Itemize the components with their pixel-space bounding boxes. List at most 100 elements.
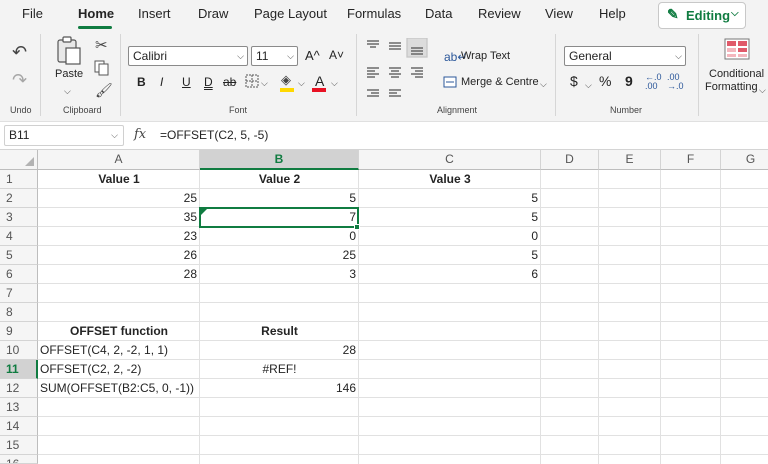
decrease-decimal-icon[interactable]: .00 →.0	[667, 73, 684, 91]
row-header-8[interactable]: 8	[0, 303, 38, 322]
cell-a1[interactable]: Value 1	[38, 170, 200, 189]
cell-c1[interactable]: Value 3	[359, 170, 541, 189]
cell-b2[interactable]: 5	[200, 189, 359, 208]
chevron-down-icon[interactable]: ⌵	[540, 76, 547, 92]
cell-a6[interactable]: 28	[38, 265, 200, 284]
row-header-16[interactable]: 16	[0, 455, 38, 464]
cell-a4[interactable]: 23	[38, 227, 200, 246]
cell-a10[interactable]: OFFSET(C4, 2, -2, 1, 1)	[38, 341, 200, 360]
paste-label[interactable]: Paste	[55, 68, 83, 80]
row-header-11[interactable]: 11	[0, 360, 38, 379]
cell-c4[interactable]: 0	[359, 227, 541, 246]
chevron-down-icon[interactable]: ⌵	[759, 82, 766, 98]
tab-draw[interactable]: Draw	[198, 0, 228, 28]
currency-button[interactable]: $	[570, 73, 578, 89]
cut-icon[interactable]: ✂	[95, 38, 108, 54]
formula-input[interactable]: =OFFSET(C2, 5, -5)	[160, 128, 268, 142]
cell-c6[interactable]: 6	[359, 265, 541, 284]
select-all-button[interactable]	[0, 150, 38, 170]
cell-b1[interactable]: Value 2	[200, 170, 359, 189]
row-header-3[interactable]: 3	[0, 208, 38, 227]
borders-icon[interactable]	[245, 74, 259, 88]
row-header-6[interactable]: 6	[0, 265, 38, 284]
fill-color-icon[interactable]: ◈	[281, 72, 291, 88]
row-header-2[interactable]: 2	[0, 189, 38, 208]
number-format-select[interactable]: General ⌵	[564, 46, 686, 66]
row-header-5[interactable]: 5	[0, 246, 38, 265]
chevron-down-icon[interactable]: ⌵	[298, 75, 305, 91]
column-header-d[interactable]: D	[541, 150, 599, 170]
cell-c3[interactable]: 5	[359, 208, 541, 227]
percent-button[interactable]: %	[599, 73, 611, 89]
cell-a3[interactable]: 35	[38, 208, 200, 227]
cell-c5[interactable]: 5	[359, 246, 541, 265]
tab-review[interactable]: Review	[478, 0, 521, 28]
column-header-g[interactable]: G	[721, 150, 768, 170]
tab-home[interactable]: Home	[78, 0, 114, 28]
column-header-e[interactable]: E	[599, 150, 661, 170]
tab-file[interactable]: File	[22, 0, 43, 28]
conditional-formatting-label-line2[interactable]: Formatting	[705, 81, 758, 93]
row-header-7[interactable]: 7	[0, 284, 38, 303]
cell-b9[interactable]: Result	[200, 322, 359, 341]
insert-function-button[interactable]: fx	[134, 127, 146, 142]
tab-data[interactable]: Data	[425, 0, 452, 28]
paste-icon[interactable]	[56, 36, 82, 66]
column-header-f[interactable]: F	[661, 150, 721, 170]
row-header-10[interactable]: 10	[0, 341, 38, 360]
tab-view[interactable]: View	[545, 0, 573, 28]
cell-a2[interactable]: 25	[38, 189, 200, 208]
row-header-1[interactable]: 1	[0, 170, 38, 189]
tab-insert[interactable]: Insert	[138, 0, 171, 28]
font-size-select[interactable]: 11 ⌵	[251, 46, 298, 66]
cell-b6[interactable]: 3	[200, 265, 359, 284]
fill-handle[interactable]	[354, 224, 360, 230]
column-header-b[interactable]: B	[200, 150, 359, 170]
conditional-formatting-icon[interactable]	[724, 38, 750, 60]
cell-a5[interactable]: 26	[38, 246, 200, 265]
comma-style-button[interactable]: 9	[625, 73, 633, 89]
grow-font-button[interactable]: A^	[305, 48, 320, 63]
redo-icon[interactable]: ↷	[12, 71, 27, 89]
row-header-4[interactable]: 4	[0, 227, 38, 246]
cell-b10[interactable]: 28	[200, 341, 359, 360]
chevron-down-icon[interactable]: ⌵	[261, 75, 268, 91]
format-painter-icon[interactable]: 🖌	[95, 82, 113, 98]
chevron-down-icon[interactable]: ⌵	[585, 77, 592, 93]
row-header-13[interactable]: 13	[0, 398, 38, 417]
merge-centre-icon[interactable]	[443, 76, 457, 88]
tab-page-layout[interactable]: Page Layout	[254, 0, 327, 28]
wrap-text-button[interactable]: Wrap Text	[461, 50, 510, 62]
cell-b5[interactable]: 25	[200, 246, 359, 265]
column-header-a[interactable]: A	[38, 150, 200, 170]
copy-icon[interactable]	[94, 60, 110, 76]
editing-mode-button[interactable]: ✎ Editing ⌵	[658, 2, 746, 29]
italic-button[interactable]: I	[160, 75, 163, 89]
cell-c2[interactable]: 5	[359, 189, 541, 208]
row-header-12[interactable]: 12	[0, 379, 38, 398]
double-underline-button[interactable]: D	[204, 75, 213, 89]
increase-decimal-icon[interactable]: ←.0.00	[645, 73, 662, 91]
chevron-down-icon[interactable]: ⌵	[331, 75, 338, 91]
font-color-button[interactable]: A	[315, 73, 324, 89]
paste-dropdown-icon[interactable]: ⌵	[64, 83, 71, 99]
tab-help[interactable]: Help	[599, 0, 626, 28]
underline-button[interactable]: U	[182, 75, 191, 89]
strikethrough-button[interactable]: ab	[223, 75, 236, 89]
alignment-buttons[interactable]	[365, 38, 435, 108]
error-indicator-icon[interactable]	[200, 208, 208, 216]
column-header-c[interactable]: C	[359, 150, 541, 170]
row-header-15[interactable]: 15	[0, 436, 38, 455]
conditional-formatting-label-line1[interactable]: Conditional	[709, 68, 764, 80]
cell-a11[interactable]: OFFSET(C2, 2, -2)	[38, 360, 200, 379]
tab-formulas[interactable]: Formulas	[347, 0, 401, 28]
cell-b4[interactable]: 0	[200, 227, 359, 246]
row-header-9[interactable]: 9	[0, 322, 38, 341]
name-box[interactable]: B11 ⌵	[4, 125, 124, 146]
font-name-select[interactable]: Calibri ⌵	[128, 46, 248, 66]
cell-b12[interactable]: 146	[200, 379, 359, 398]
shrink-font-button[interactable]: A˅	[329, 48, 344, 62]
bold-button[interactable]: B	[137, 75, 146, 89]
undo-icon[interactable]: ↶	[12, 43, 27, 61]
cell-b11[interactable]: #REF!	[200, 360, 359, 379]
